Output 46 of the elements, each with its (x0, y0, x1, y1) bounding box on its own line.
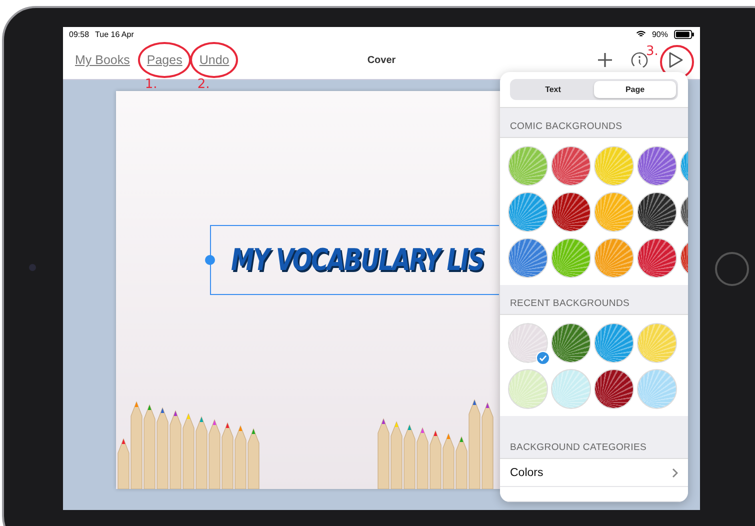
annotation-number: 1. (144, 77, 158, 92)
background-swatch[interactable] (551, 238, 591, 278)
tab[interactable]: Text (512, 81, 594, 98)
background-swatch[interactable] (637, 146, 677, 186)
tab[interactable]: Page (594, 81, 676, 98)
background-swatch[interactable] (637, 192, 677, 232)
background-swatch[interactable] (637, 238, 677, 278)
status-date: Tue 16 Apr (95, 30, 134, 38)
background-swatch[interactable] (594, 322, 634, 363)
background-swatch[interactable] (594, 146, 634, 186)
nav-link[interactable]: Pages (146, 53, 182, 67)
nav-link[interactable]: Undo (199, 53, 230, 67)
background-swatch[interactable] (594, 238, 634, 278)
background-swatch[interactable] (508, 238, 548, 278)
background-swatch[interactable] (508, 146, 548, 186)
background-swatch[interactable] (508, 368, 548, 409)
row-label: Colors (510, 466, 544, 479)
background-swatch[interactable] (551, 146, 591, 186)
annotation-number: 2. (197, 77, 210, 92)
checkmark-icon (536, 350, 550, 365)
status-time: 09:58 (69, 30, 90, 38)
annotation-circle (190, 42, 238, 78)
info-icon[interactable] (631, 52, 648, 68)
background-swatch[interactable] (508, 322, 548, 363)
background-swatch[interactable] (551, 368, 591, 409)
background-swatch[interactable] (551, 192, 591, 232)
plus-icon[interactable] (597, 52, 613, 68)
nav-link[interactable]: My Books (75, 53, 130, 67)
background-swatch[interactable] (508, 192, 548, 232)
resize-handle[interactable] (205, 255, 215, 265)
background-swatch[interactable] (551, 322, 591, 363)
annotation-circle (138, 42, 192, 78)
page-heading: MY VOCABULARY LIS (231, 242, 484, 278)
page-title: Cover (367, 54, 396, 66)
battery-icon (674, 30, 694, 38)
text-box[interactable]: MY VOCABULARY LIS (210, 225, 499, 295)
background-swatch[interactable] (637, 368, 677, 409)
background-swatch[interactable] (637, 322, 677, 363)
wifi-icon (636, 30, 646, 38)
background-swatch[interactable] (594, 192, 634, 232)
background-swatch[interactable] (594, 368, 634, 409)
annotation-number: 3. (646, 44, 658, 59)
battery-percent: 90% (652, 30, 668, 38)
chevron-right-icon (672, 468, 678, 478)
home-button[interactable] (715, 252, 749, 286)
list-row[interactable]: Colors (500, 459, 688, 488)
